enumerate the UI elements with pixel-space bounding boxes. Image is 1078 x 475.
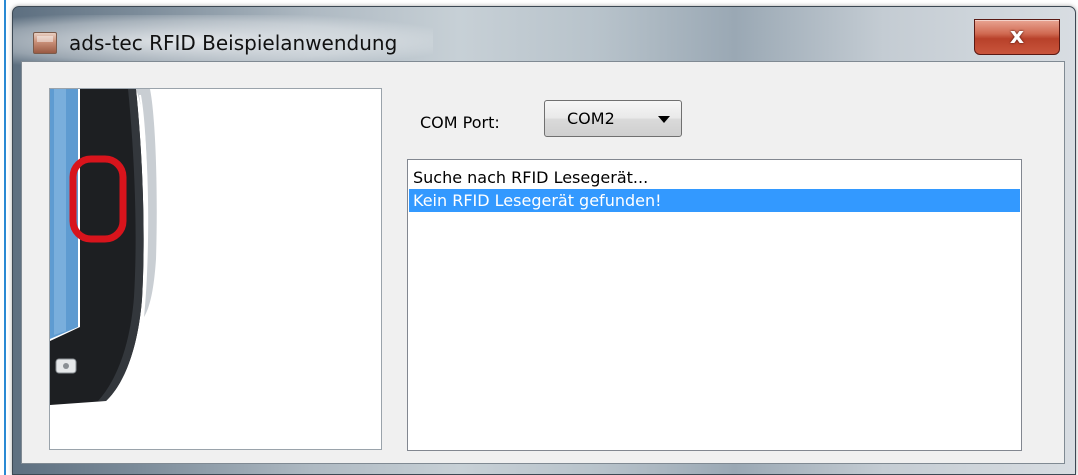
com-port-select[interactable]: COM2 (544, 100, 682, 137)
title-bar[interactable]: ads-tec RFID Beispielanwendung x (13, 7, 1075, 67)
desktop-edge-line (4, 0, 6, 475)
close-button[interactable]: x (974, 19, 1060, 55)
list-item[interactable]: Suche nach RFID Lesegerät... (409, 166, 1020, 189)
app-window: ads-tec RFID Beispielanwendung x COM Por… (12, 6, 1076, 475)
log-list[interactable]: Suche nach RFID Lesegerät... Kein RFID L… (407, 159, 1022, 451)
client-area: COM Port: COM2 Suche nach RFID Lesegerät… (21, 61, 1065, 464)
camera-lens (63, 363, 69, 369)
com-port-label: COM Port: (420, 113, 500, 132)
device-screen-highlight (54, 89, 66, 335)
chevron-down-icon (658, 116, 670, 123)
device-illustration (50, 89, 157, 405)
window-title: ads-tec RFID Beispielanwendung (69, 31, 398, 55)
device-picture (49, 88, 382, 450)
com-port-value: COM2 (567, 109, 615, 128)
app-icon[interactable] (33, 32, 57, 54)
list-item-selected[interactable]: Kein RFID Lesegerät gefunden! (409, 189, 1020, 212)
close-icon: x (1009, 24, 1025, 49)
